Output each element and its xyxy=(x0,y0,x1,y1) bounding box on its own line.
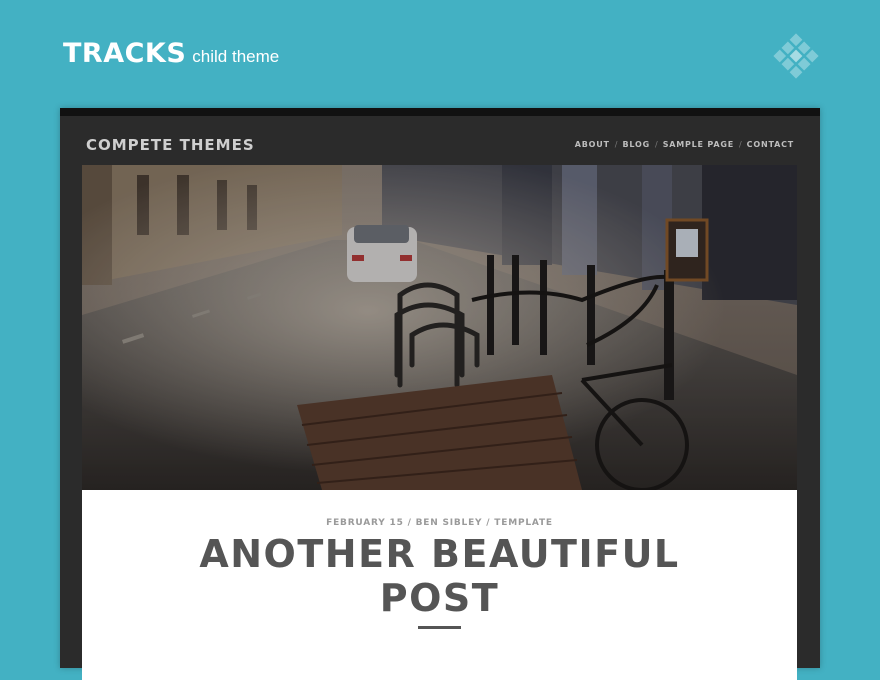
post-meta: FEBRUARY 15 / BEN SIBLEY / TEMPLATE xyxy=(326,518,553,528)
post-title[interactable]: ANOTHER BEAUTIFUL POST xyxy=(192,532,687,620)
nav-item-sample-page[interactable]: SAMPLE PAGE xyxy=(663,140,734,149)
nav-separator: / xyxy=(614,140,618,149)
title-divider xyxy=(418,626,461,629)
nav-item-blog[interactable]: BLOG xyxy=(623,140,650,149)
banner-title-main: TRACKS xyxy=(63,38,187,69)
site-preview: COMPETE THEMES ABOUT / BLOG / SAMPLE PAG… xyxy=(60,108,820,680)
site-title[interactable]: COMPETE THEMES xyxy=(86,136,255,154)
featured-image[interactable] xyxy=(82,165,797,490)
banner-title: TRACKS child theme xyxy=(63,38,279,69)
post-card: FEBRUARY 15 / BEN SIBLEY / TEMPLATE ANOT… xyxy=(82,490,797,680)
diamond-grid-logo-icon xyxy=(773,33,819,79)
nav-separator: / xyxy=(738,140,742,149)
main-nav: ABOUT / BLOG / SAMPLE PAGE / CONTACT xyxy=(575,140,794,149)
nav-separator: / xyxy=(654,140,658,149)
street-bicycle-photo xyxy=(82,165,797,490)
nav-item-contact[interactable]: CONTACT xyxy=(747,140,794,149)
nav-item-about[interactable]: ABOUT xyxy=(575,140,610,149)
banner-title-sub: child theme xyxy=(192,47,280,66)
